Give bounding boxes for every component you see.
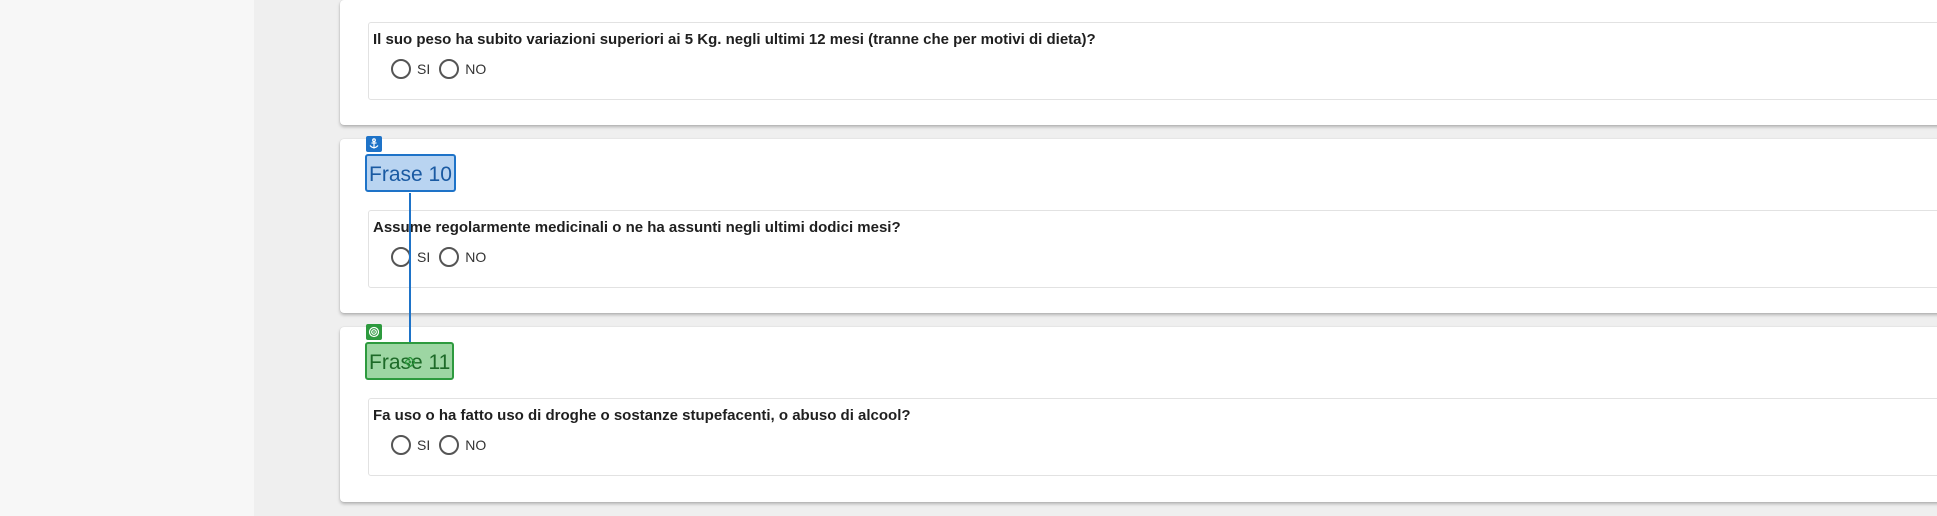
question-text: Il suo peso ha subito variazioni superio… (373, 31, 1096, 48)
radio-no[interactable] (439, 59, 460, 79)
radio-group: SI NO (391, 435, 495, 455)
radio-si[interactable] (391, 247, 411, 267)
question-box-1: Il suo peso ha subito variazioni superio… (368, 22, 1937, 100)
radio-label-si: SI (417, 61, 431, 77)
radio-label-si: SI (417, 249, 431, 265)
left-gutter (0, 0, 254, 516)
tag-frase-10[interactable]: Frase 10 (365, 154, 456, 192)
radio-label-si: SI (417, 437, 431, 453)
question-text: Assume regolarmente medicinali o ne ha a… (373, 219, 901, 236)
question-box-2: Assume regolarmente medicinali o ne ha a… (368, 210, 1937, 288)
drag-handle-icon[interactable] (404, 356, 416, 368)
radio-group: SI NO (391, 247, 495, 267)
anchor-icon[interactable] (366, 136, 382, 152)
target-icon[interactable] (366, 324, 382, 340)
radio-si[interactable] (391, 59, 411, 79)
radio-group: SI NO (391, 59, 495, 79)
question-box-3: Fa uso o ha fatto uso di droghe o sostan… (368, 398, 1937, 476)
radio-si[interactable] (391, 435, 411, 455)
radio-no[interactable] (439, 435, 460, 455)
radio-label-no: NO (465, 61, 487, 77)
question-text: Fa uso o ha fatto uso di droghe o sostan… (373, 407, 911, 424)
tag-connector-line (409, 193, 411, 362)
radio-no[interactable] (439, 247, 460, 267)
radio-label-no: NO (465, 437, 487, 453)
radio-label-no: NO (465, 249, 487, 265)
